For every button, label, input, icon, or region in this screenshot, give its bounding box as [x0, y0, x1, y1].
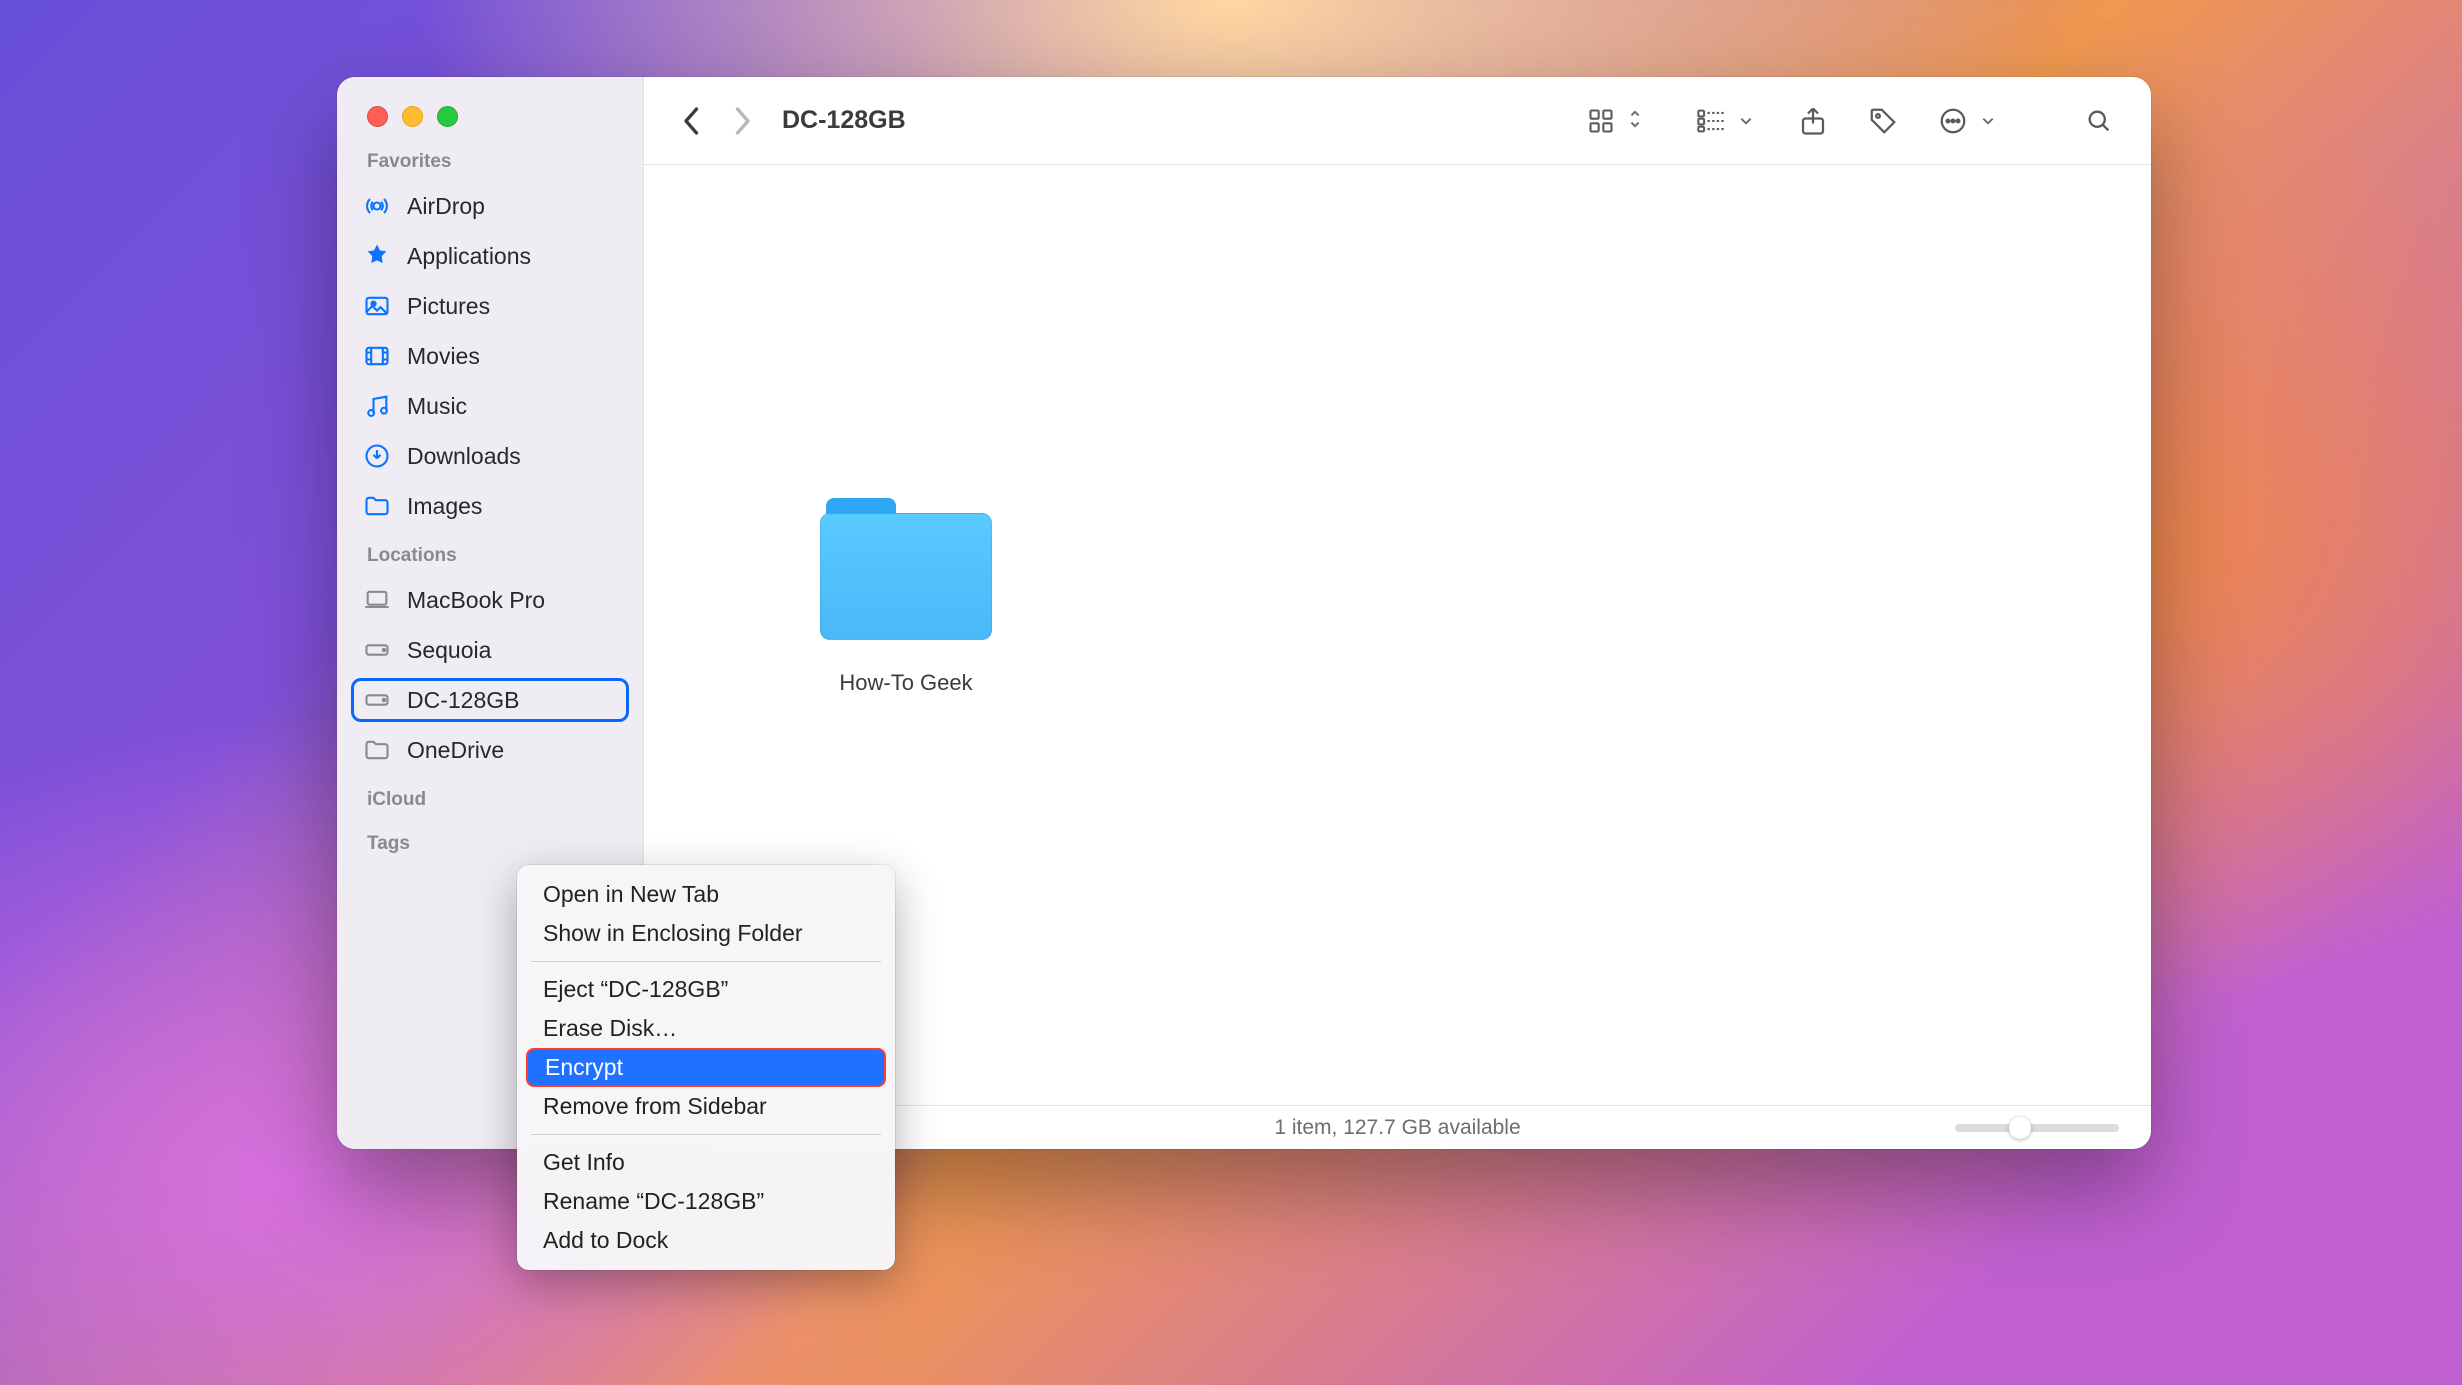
downloads-icon	[363, 442, 391, 470]
sidebar-item-label: Images	[407, 493, 482, 520]
ctx-open-new-tab[interactable]: Open in New Tab	[517, 875, 895, 914]
ctx-separator	[531, 1134, 881, 1135]
folder-icon	[363, 736, 391, 764]
share-button[interactable]	[1789, 97, 1837, 145]
movies-icon	[363, 342, 391, 370]
group-button[interactable]	[1687, 97, 1753, 145]
ellipsis-circle-icon	[1929, 97, 1977, 145]
sidebar-item-label: Sequoia	[407, 637, 491, 664]
sidebar-item-label: Movies	[407, 343, 480, 370]
ctx-remove-sidebar[interactable]: Remove from Sidebar	[517, 1087, 895, 1126]
ctx-add-dock[interactable]: Add to Dock	[517, 1221, 895, 1260]
slider-knob[interactable]	[2009, 1117, 2031, 1139]
sidebar-item-music[interactable]: Music	[351, 384, 629, 428]
sidebar-section-tags: Tags	[337, 819, 643, 863]
applications-icon	[363, 242, 391, 270]
folder-icon	[820, 498, 992, 640]
disk-icon	[363, 636, 391, 664]
sidebar-item-airdrop[interactable]: AirDrop	[351, 184, 629, 228]
sidebar-item-sequoia[interactable]: Sequoia	[351, 628, 629, 672]
chevron-down-icon	[1739, 113, 1753, 129]
close-button[interactable]	[367, 106, 388, 127]
grid-icon	[1577, 97, 1625, 145]
folder-item[interactable]: How-To Geek	[772, 498, 1040, 696]
ctx-eject[interactable]: Eject “DC-128GB”	[517, 970, 895, 1009]
actions-button[interactable]	[1929, 97, 1995, 145]
toolbar: DC-128GB	[644, 77, 2151, 165]
sidebar-section-favorites: Favorites	[337, 137, 643, 181]
forward-button[interactable]	[722, 101, 762, 141]
minimize-button[interactable]	[402, 106, 423, 127]
chevron-updown-icon	[1629, 109, 1641, 132]
sidebar-item-dc128gb[interactable]: DC-128GB	[351, 678, 629, 722]
sidebar-item-label: AirDrop	[407, 193, 485, 220]
icon-size-slider[interactable]	[1955, 1124, 2119, 1132]
music-icon	[363, 392, 391, 420]
zoom-button[interactable]	[437, 106, 458, 127]
pictures-icon	[363, 292, 391, 320]
ctx-separator	[531, 961, 881, 962]
sidebar-item-label: Pictures	[407, 293, 490, 320]
ctx-erase[interactable]: Erase Disk…	[517, 1009, 895, 1048]
tags-button[interactable]	[1859, 97, 1907, 145]
sidebar-item-label: Music	[407, 393, 467, 420]
status-text: 1 item, 127.7 GB available	[1274, 1116, 1520, 1140]
sidebar-item-label: MacBook Pro	[407, 587, 545, 614]
sidebar-section-locations: Locations	[337, 531, 643, 575]
sidebar-item-label: Downloads	[407, 443, 521, 470]
sidebar-item-label: Applications	[407, 243, 531, 270]
search-button[interactable]	[2075, 97, 2123, 145]
context-menu: Open in New Tab Show in Enclosing Folder…	[517, 865, 895, 1270]
ctx-rename[interactable]: Rename “DC-128GB”	[517, 1182, 895, 1221]
ctx-show-enclosing[interactable]: Show in Enclosing Folder	[517, 914, 895, 953]
group-icon	[1687, 97, 1735, 145]
sidebar-item-movies[interactable]: Movies	[351, 334, 629, 378]
folder-label: How-To Geek	[772, 670, 1040, 696]
sidebar-item-images[interactable]: Images	[351, 484, 629, 528]
ctx-get-info[interactable]: Get Info	[517, 1143, 895, 1182]
airdrop-icon	[363, 192, 391, 220]
window-controls	[337, 95, 643, 137]
sidebar-item-downloads[interactable]: Downloads	[351, 434, 629, 478]
back-button[interactable]	[672, 101, 712, 141]
sidebar-section-icloud: iCloud	[337, 775, 643, 819]
disk-icon	[363, 686, 391, 714]
view-icon-button[interactable]	[1577, 97, 1641, 145]
sidebar-item-applications[interactable]: Applications	[351, 234, 629, 278]
sidebar-item-macbook[interactable]: MacBook Pro	[351, 578, 629, 622]
window-title: DC-128GB	[782, 106, 906, 135]
sidebar-item-onedrive[interactable]: OneDrive	[351, 728, 629, 772]
laptop-icon	[363, 586, 391, 614]
ctx-encrypt[interactable]: Encrypt	[526, 1048, 886, 1087]
sidebar-item-label: OneDrive	[407, 737, 504, 764]
folder-icon	[363, 492, 391, 520]
sidebar-item-pictures[interactable]: Pictures	[351, 284, 629, 328]
chevron-down-icon	[1981, 113, 1995, 129]
sidebar-item-label: DC-128GB	[407, 687, 519, 714]
